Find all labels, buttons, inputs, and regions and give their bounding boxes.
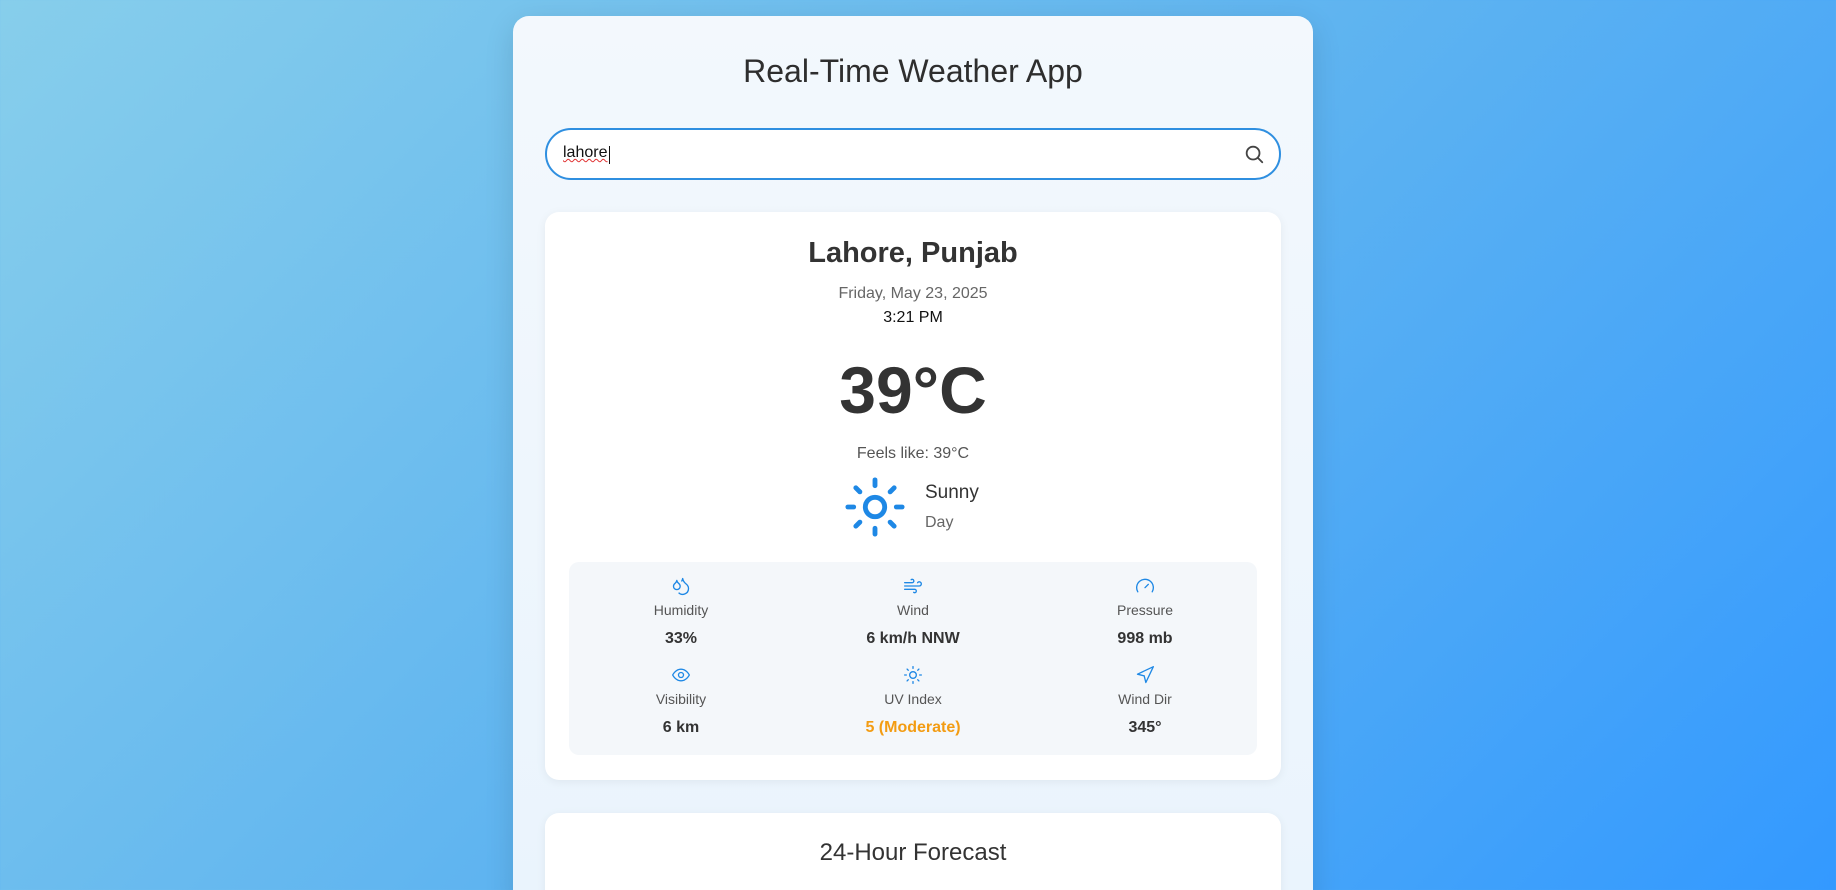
detail-wind-direction: Wind Dir 345° [1033, 665, 1257, 737]
detail-value: 345° [1128, 719, 1162, 736]
forecast-card: 24-Hour Forecast [545, 813, 1281, 890]
current-time: 3:21 PM [883, 309, 943, 326]
detail-label: Pressure [1116, 602, 1174, 618]
detail-wind: Wind 6 km/h NNW [801, 576, 1025, 648]
app-title: Real-Time Weather App [743, 53, 1083, 89]
day-period: Day [925, 514, 954, 531]
text-caret [609, 146, 610, 164]
search-icon[interactable] [1243, 143, 1265, 165]
detail-uv-index: UV Index 5 (Moderate) [801, 665, 1025, 737]
current-weather-card: Lahore, Punjab Friday, May 23, 2025 3:21… [545, 212, 1281, 780]
detail-value: 33% [664, 630, 698, 647]
detail-label: Wind [897, 602, 929, 618]
detail-pressure: Pressure 998 mb [1033, 576, 1257, 648]
detail-value: 5 (Moderate) [865, 719, 961, 736]
search-input[interactable]: lahore [563, 144, 607, 162]
feels-like: Feels like: 39°C [856, 445, 970, 462]
sun-small-icon [904, 666, 922, 684]
wind-icon [904, 578, 922, 594]
eye-icon [671, 668, 691, 682]
weather-app: Real-Time Weather App lahore Lahore, Pun… [513, 16, 1313, 890]
detail-value: 6 km [662, 719, 700, 736]
humidity-icon [672, 577, 690, 595]
condition-text: Sunny [925, 482, 979, 503]
detail-visibility: Visibility 6 km [569, 665, 793, 737]
navigation-icon [1136, 666, 1154, 684]
detail-label: Visibility [655, 691, 707, 707]
detail-value: 6 km/h NNW [866, 630, 960, 647]
sun-icon [845, 477, 905, 537]
detail-humidity: Humidity 33% [569, 576, 793, 648]
current-date: Friday, May 23, 2025 [838, 285, 988, 302]
detail-label: Humidity [653, 602, 709, 618]
detail-value: 998 mb [1117, 630, 1173, 647]
location-name: Lahore, Punjab [808, 237, 1018, 269]
detail-label: UV Index [884, 691, 942, 707]
forecast-title: 24-Hour Forecast [819, 839, 1007, 866]
gauge-icon [1136, 578, 1154, 593]
search-box[interactable]: lahore [545, 128, 1281, 180]
detail-label: Wind Dir [1118, 691, 1172, 707]
weather-details-grid: Humidity 33% Wind 6 km/h NNW Pressure 99… [569, 562, 1257, 755]
temperature: 39°C [839, 353, 987, 427]
